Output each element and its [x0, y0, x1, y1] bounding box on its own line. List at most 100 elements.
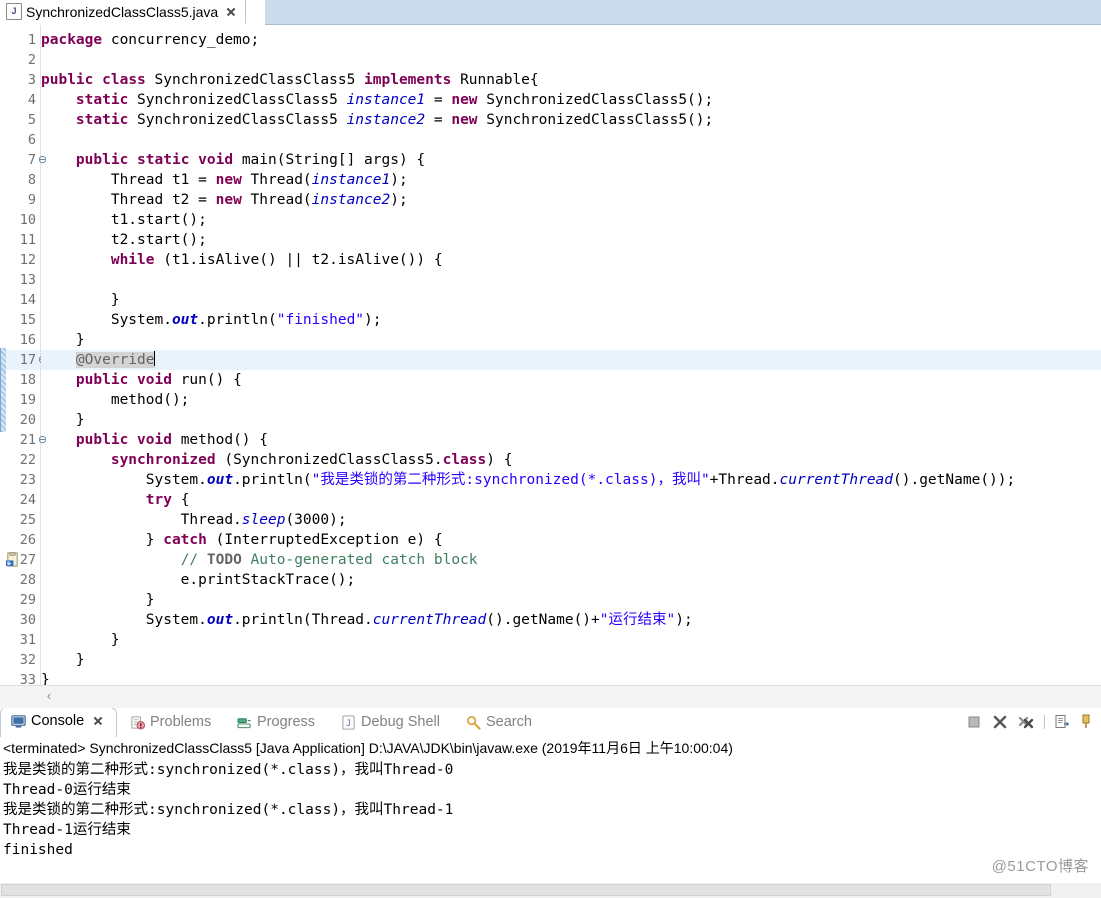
console-line: 我是类锁的第二种形式:synchronized(*.class)，我叫Threa…	[3, 762, 454, 778]
terminate-button[interactable]	[966, 714, 983, 731]
line-number: 19	[19, 392, 36, 408]
line-number: 14	[19, 292, 36, 308]
line-number-gutter[interactable]: 1234567⊖891011121314151617⊖18192021⊖2223…	[5, 25, 47, 708]
code-line: method();	[41, 392, 190, 408]
view-tab-label: Debug Shell	[361, 714, 440, 730]
selected-text: @Override	[75, 352, 155, 368]
console-line: Thread-0运行结束	[3, 782, 131, 798]
close-icon[interactable]	[92, 715, 104, 727]
editor-tab-bar-filler	[265, 0, 1101, 25]
console-line: finished	[3, 842, 73, 858]
code-line: public class SynchronizedClassClass5 imp…	[41, 72, 539, 88]
code-line: System.out.println("finished");	[41, 312, 382, 328]
code-line: } catch (InterruptedException e) {	[41, 532, 443, 548]
debug-shell-icon: J	[341, 714, 356, 730]
console-line: 我是类锁的第二种形式:synchronized(*.class)，我叫Threa…	[3, 802, 454, 818]
code-line: @Override	[41, 350, 1101, 370]
eclipse-ide-window: J SynchronizedClassClass5.java 1 2 3 4 5 6 7 ⊖ 8…	[0, 0, 1101, 898]
problems-icon	[130, 715, 145, 730]
editor-tab-synchronizedclassclass5[interactable]: J SynchronizedClassClass5.java	[0, 0, 246, 24]
code-line: System.out.println(Thread.currentThread(…	[41, 612, 693, 628]
line-number: 9	[27, 192, 36, 208]
view-tab-label: Progress	[257, 714, 316, 730]
line-number: 22	[19, 452, 36, 468]
line-number: 17	[19, 352, 36, 368]
view-tab-progress[interactable]: Progress	[229, 708, 323, 736]
code-line: t2.start();	[41, 232, 207, 248]
line-number: 18	[19, 372, 36, 388]
line-number: 3	[27, 72, 36, 88]
view-tab-search[interactable]: Search	[458, 708, 540, 736]
editor-horizontal-scrollbar[interactable]: ‹	[0, 685, 1101, 708]
line-number: 2	[27, 52, 36, 68]
line-number: 23	[19, 472, 36, 488]
code-line: try {	[145, 492, 190, 508]
code-line: }	[41, 592, 155, 608]
code-line: synchronized (SynchronizedClassClass5.cl…	[110, 452, 513, 468]
code-line: System.out.println("我是类锁的第二种形式:synchroni…	[41, 472, 1016, 488]
code-text-area[interactable]: package concurrency_demo;public class Sy…	[41, 25, 1101, 708]
console-output[interactable]: <terminated> SynchronizedClassClass5 [Ja…	[0, 737, 1101, 898]
code-line: }	[41, 652, 85, 668]
code-line: }	[41, 412, 85, 428]
code-line: e.printStackTrace();	[41, 572, 356, 588]
line-number: 11	[19, 232, 36, 248]
close-icon[interactable]	[225, 6, 237, 18]
code-line: public static void main(String[] args) {	[75, 152, 426, 168]
code-line: // TODO Auto-generated catch block	[180, 552, 478, 568]
view-tab-debug-shell[interactable]: J Debug Shell	[333, 708, 448, 736]
line-number: 13	[19, 272, 36, 288]
view-tab-bar: Console Problems Progress J Debug Shell Searc…	[0, 708, 1101, 738]
line-number: 32	[19, 652, 36, 668]
watermark-label: @51CTO博客	[991, 858, 1089, 875]
view-tab-console[interactable]: Console	[3, 708, 113, 736]
java-file-icon: J	[6, 3, 22, 20]
line-number: 15	[19, 312, 36, 328]
code-line: Thread.sleep(3000);	[41, 512, 347, 528]
bottom-view-stack: Console Problems Progress J Debug Shell Searc…	[0, 708, 1101, 898]
code-line: while (t1.isAlive() || t2.isAlive()) {	[110, 252, 443, 268]
line-number: 7	[27, 152, 36, 168]
line-number: 16	[19, 332, 36, 348]
code-editor[interactable]: 1234567⊖891011121314151617⊖18192021⊖2223…	[0, 25, 1101, 708]
line-number: 26	[19, 532, 36, 548]
code-line: public void method() {	[75, 432, 268, 448]
code-line: }	[41, 292, 120, 308]
line-number: 30	[19, 612, 36, 628]
console-toolbar	[966, 708, 1101, 736]
editor-tab-bar: J SynchronizedClassClass5.java	[0, 0, 1101, 25]
editor-hscroll-track[interactable]	[0, 686, 1101, 708]
code-line: public void run() {	[75, 372, 242, 388]
search-icon	[466, 715, 481, 730]
remove-launch-button[interactable]	[992, 714, 1009, 731]
todo-task-icon[interactable]	[5, 552, 20, 567]
code-line: package concurrency_demo;	[41, 32, 260, 48]
code-line: static SynchronizedClassClass5 instance2…	[75, 112, 714, 128]
open-console-button[interactable]	[1054, 714, 1071, 731]
console-hscroll-thumb[interactable]	[1, 884, 1051, 896]
code-line: }	[41, 332, 85, 348]
view-tab-label: Console	[31, 713, 85, 729]
svg-text:J: J	[346, 717, 351, 727]
chevron-left-icon[interactable]: ‹	[42, 689, 56, 703]
line-number: 5	[27, 112, 36, 128]
line-number: 12	[19, 252, 36, 268]
remove-all-terminated-button[interactable]	[1018, 714, 1035, 731]
line-number: 8	[27, 172, 36, 188]
line-number: 4	[27, 92, 36, 108]
view-tab-problems[interactable]: Problems	[122, 708, 219, 736]
line-number: 24	[19, 492, 36, 508]
view-tab-label: Problems	[150, 714, 212, 730]
pin-console-button[interactable]	[1080, 714, 1097, 731]
code-line: }	[41, 632, 120, 648]
code-line: t1.start();	[41, 212, 207, 228]
line-number: 25	[19, 512, 36, 528]
line-number: 10	[19, 212, 36, 228]
line-number: 31	[19, 632, 36, 648]
line-number: 20	[19, 412, 36, 428]
console-horizontal-scrollbar[interactable]	[0, 883, 1101, 898]
line-number: 29	[19, 592, 36, 608]
